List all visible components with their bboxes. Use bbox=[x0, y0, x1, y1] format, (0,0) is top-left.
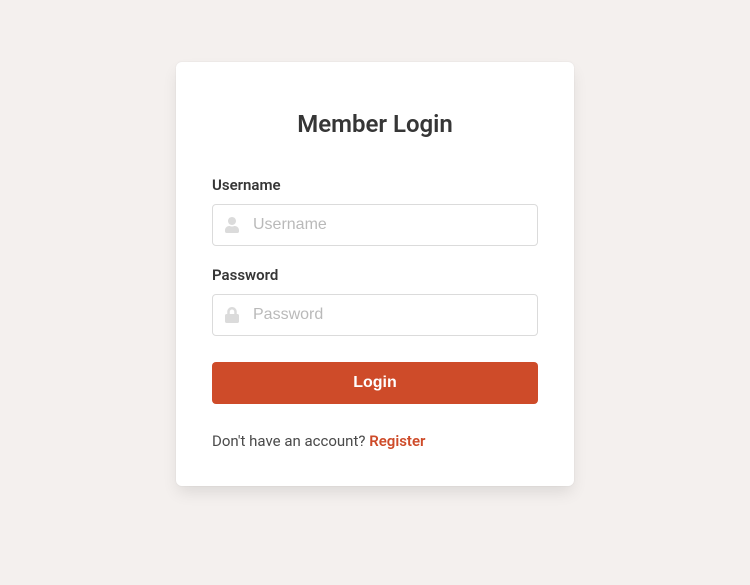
login-button[interactable]: Login bbox=[212, 362, 538, 404]
register-prompt: Don't have an account? bbox=[212, 432, 369, 450]
login-card: Member Login Username Password Login Do bbox=[176, 62, 574, 486]
register-link[interactable]: Register bbox=[369, 432, 425, 450]
username-input[interactable] bbox=[212, 204, 538, 246]
password-input[interactable] bbox=[212, 294, 538, 336]
password-control bbox=[212, 294, 538, 336]
username-label: Username bbox=[212, 176, 538, 194]
page-title: Member Login bbox=[212, 110, 538, 138]
password-field: Password bbox=[212, 266, 538, 336]
submit-field: Login bbox=[212, 356, 538, 404]
username-control bbox=[212, 204, 538, 246]
register-row: Don't have an account? Register bbox=[212, 432, 538, 450]
username-field: Username bbox=[212, 176, 538, 246]
password-label: Password bbox=[212, 266, 538, 284]
